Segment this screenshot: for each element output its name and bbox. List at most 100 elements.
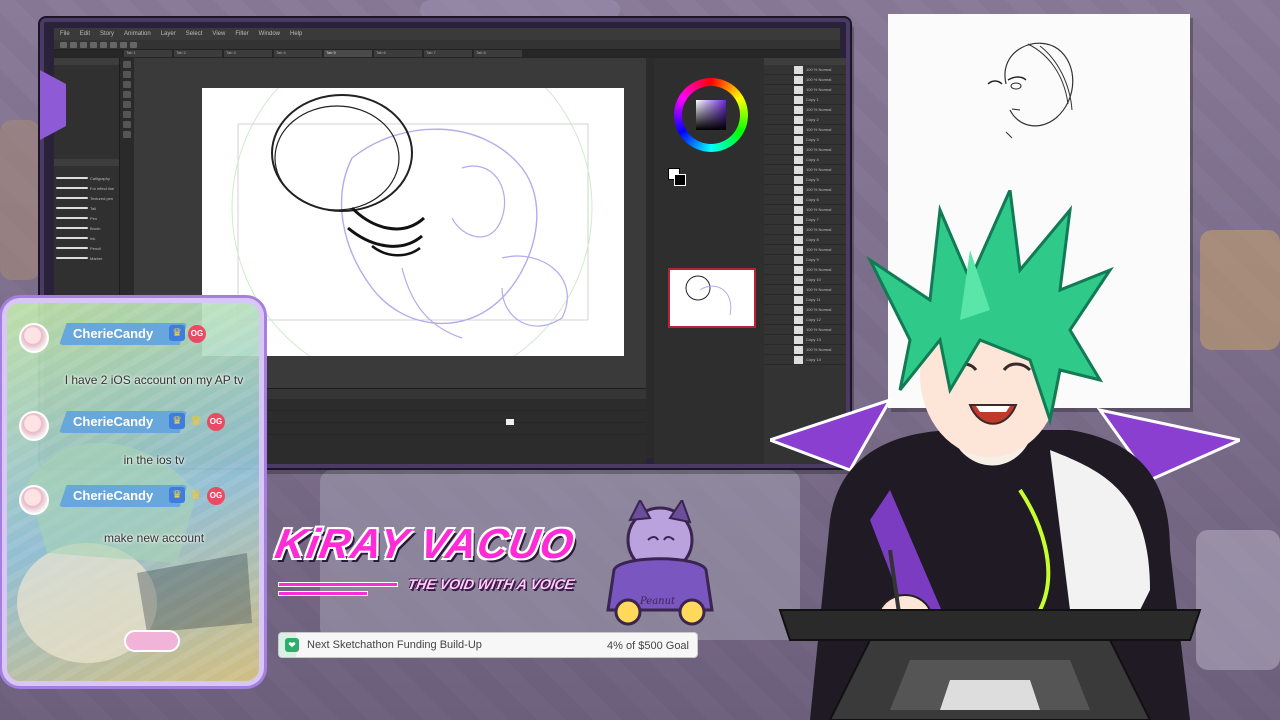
chat-message: CherieCandy ♛ ♛ OG make new account: [19, 485, 255, 555]
chat-message: CherieCandy ♛ ♛ OG in the ios tv: [19, 411, 255, 481]
layer-row[interactable]: 100 % Normal: [764, 165, 846, 175]
layer-thumbnail: [794, 145, 803, 154]
brush-stroke-preview: [56, 217, 88, 219]
layer-row[interactable]: 100 % Normal: [764, 75, 846, 85]
layer-row[interactable]: Copy 4: [764, 155, 846, 165]
menu-select[interactable]: Select: [186, 31, 203, 37]
brush-item[interactable]: Pen: [56, 214, 117, 222]
canvas[interactable]: [202, 27, 624, 389]
brush-item[interactable]: Pencil: [56, 244, 117, 252]
menu-animation[interactable]: Animation: [124, 31, 151, 37]
layer-name: 100 % Normal: [806, 147, 832, 152]
open-icon[interactable]: [70, 41, 77, 48]
layer-thumbnail: [794, 125, 803, 134]
layer-row[interactable]: 100 % Normal: [764, 105, 846, 115]
undo-icon[interactable]: [90, 41, 97, 48]
tool-button[interactable]: [123, 71, 131, 78]
chat-user-avatar: [19, 323, 49, 353]
chat-message: CherieCandy ♛ OG I have 2 iOS account on…: [19, 323, 255, 413]
tool-button[interactable]: [123, 111, 131, 118]
select-all-icon[interactable]: [130, 41, 137, 48]
layer-row[interactable]: Copy 2: [764, 115, 846, 125]
layer-row[interactable]: 100 % Normal: [764, 85, 846, 95]
brush-item[interactable]: For effect line: [56, 184, 117, 192]
menu-file[interactable]: File: [60, 31, 70, 37]
navigator-preview[interactable]: [668, 268, 756, 328]
layer-name: 100 % Normal: [806, 127, 832, 132]
document-tab[interactable]: Tab 1: [124, 50, 172, 57]
save-icon[interactable]: [80, 41, 87, 48]
layer-thumbnail: [794, 135, 803, 144]
brush-item[interactable]: Tail: [56, 204, 117, 212]
menu-window[interactable]: Window: [259, 31, 280, 37]
brush-name: For effect line: [90, 185, 115, 191]
transform-icon[interactable]: [120, 41, 127, 48]
gift-icon: ❤: [285, 638, 299, 652]
tool-button[interactable]: [123, 91, 131, 98]
chat-user-avatar: [19, 411, 49, 441]
tool-button[interactable]: [123, 101, 131, 108]
background-sticker: [0, 120, 40, 280]
layer-name: Copy 3: [806, 137, 819, 142]
tool-button[interactable]: [123, 81, 131, 88]
brush-stroke-preview: [56, 247, 88, 249]
layer-row[interactable]: 100 % Normal: [764, 65, 846, 75]
brush-name: Tail: [90, 205, 97, 211]
layer-name: Copy 2: [806, 117, 819, 122]
document-tab[interactable]: Tab 3: [224, 50, 272, 57]
funding-goal-bar: ❤ Next Sketchathon Funding Build-Up 4% o…: [278, 632, 698, 658]
layer-thumbnail: [794, 75, 803, 84]
sub-color-swatch[interactable]: [674, 174, 686, 186]
chat-decoration-pill: [124, 630, 180, 652]
document-tab[interactable]: Tab 6: [374, 50, 422, 57]
document-tab[interactable]: Tab 8: [474, 50, 522, 57]
document-tab[interactable]: Tab 4: [274, 50, 322, 57]
layer-row[interactable]: Copy 1: [764, 95, 846, 105]
menu-filter[interactable]: Filter: [235, 31, 248, 37]
tool-button[interactable]: [123, 121, 131, 128]
tool-button[interactable]: [123, 131, 131, 138]
menu-help[interactable]: Help: [290, 31, 302, 37]
redo-icon[interactable]: [100, 41, 107, 48]
document-tab[interactable]: Tab 2: [174, 50, 222, 57]
document-tab[interactable]: Tab 7: [424, 50, 472, 57]
layer-row[interactable]: 100 % Normal: [764, 145, 846, 155]
brush-item[interactable]: Calligraphy: [56, 174, 117, 182]
layer-row[interactable]: Copy 3: [764, 135, 846, 145]
property-row[interactable]: [54, 74, 119, 83]
background-sticker: [420, 0, 620, 20]
brush-stroke-preview: [56, 207, 88, 209]
command-bar: [54, 40, 840, 50]
menu-layer[interactable]: Layer: [161, 31, 176, 37]
color-picker-square[interactable]: [696, 100, 726, 130]
logo-bars: [278, 582, 398, 600]
brush-stroke-preview: [56, 237, 88, 239]
new-icon[interactable]: [60, 41, 67, 48]
layer-thumbnail: [794, 95, 803, 104]
og-badge: OG: [188, 325, 206, 343]
layer-thumbnail: [794, 115, 803, 124]
property-row[interactable]: [54, 65, 119, 74]
brush-name: Marker: [90, 255, 103, 261]
brush-stroke-preview: [56, 257, 88, 259]
brush-stroke-preview: [56, 187, 88, 189]
drawing-tablet: [770, 600, 1210, 720]
layer-row[interactable]: Copy 5: [764, 175, 846, 185]
menu-view[interactable]: View: [212, 31, 225, 37]
brush-item[interactable]: Brush: [56, 224, 117, 232]
brush-item[interactable]: Ink: [56, 234, 117, 242]
clear-icon[interactable]: [110, 41, 117, 48]
timeline-playhead[interactable]: [506, 419, 514, 425]
gold-crown-icon: ♛: [190, 487, 202, 502]
channel-logo: KiRAY VACUO THE VOID WITH A VOICE: [268, 512, 608, 612]
menu-bar: File Edit Story Animation Layer Select V…: [54, 28, 840, 40]
brush-item[interactable]: Textured pen: [56, 194, 117, 202]
menu-story[interactable]: Story: [100, 31, 114, 37]
document-tab-active[interactable]: Tab 5: [324, 50, 372, 57]
layer-row[interactable]: 100 % Normal: [764, 125, 846, 135]
layer-name: Copy 5: [806, 177, 819, 182]
brush-item[interactable]: Marker: [56, 254, 117, 262]
chat-message-text: I have 2 iOS account on my AP tv: [64, 373, 244, 387]
tool-button[interactable]: [123, 61, 131, 68]
menu-edit[interactable]: Edit: [80, 31, 90, 37]
